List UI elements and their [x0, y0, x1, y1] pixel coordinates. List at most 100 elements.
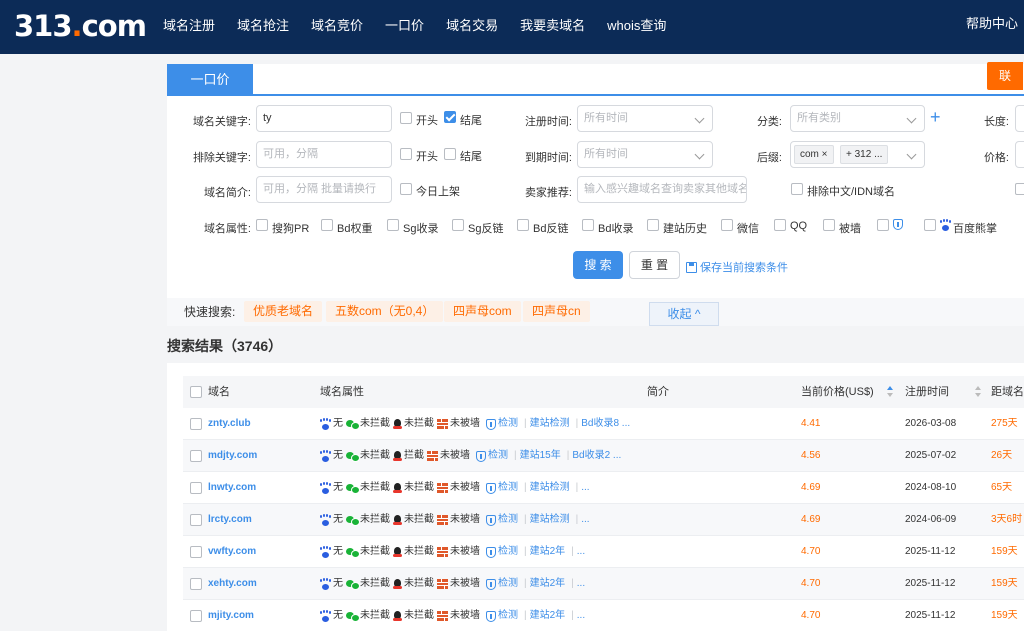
select-all-checkbox[interactable]	[190, 386, 202, 398]
nav-item-whois[interactable]: whois查询	[607, 15, 666, 34]
attr-checkbox-security[interactable]	[877, 219, 889, 231]
security-check-link[interactable]: 检测	[483, 536, 518, 568]
row-checkbox[interactable]	[190, 514, 202, 526]
nav-item-fixed-price[interactable]: 一口价	[385, 15, 424, 34]
row-checkbox[interactable]	[190, 482, 202, 494]
row-checkbox[interactable]	[190, 610, 202, 622]
exp-time-select[interactable]: 所有时间	[577, 141, 713, 168]
tab-contact[interactable]: 联	[987, 62, 1023, 90]
index-info-link[interactable]: ...	[577, 536, 585, 568]
index-info-link[interactable]: ...	[577, 600, 585, 631]
help-center-link[interactable]: 帮助中心	[966, 0, 1018, 48]
domain-link[interactable]: vwfty.com	[208, 536, 256, 568]
tab-fixed-price[interactable]: 一口价	[167, 64, 253, 96]
domain-link[interactable]: mdjty.com	[208, 440, 257, 472]
domain-link[interactable]: xehty.com	[208, 568, 257, 600]
quick-tag-four-letter-com[interactable]: 四声母com	[444, 301, 521, 322]
attr-checkbox-bd-index[interactable]	[582, 219, 594, 231]
domain-link[interactable]: mjity.com	[208, 600, 254, 631]
price-sort-icon[interactable]	[887, 386, 894, 398]
add-category-icon[interactable]: +	[930, 108, 941, 126]
site-history-link[interactable]: 建站2年	[530, 568, 566, 600]
exclude-input[interactable]: 可用，分隔	[256, 141, 392, 168]
site-history-link[interactable]: 建站检测	[530, 504, 570, 536]
row-checkbox[interactable]	[190, 578, 202, 590]
site-history-link[interactable]: 建站2年	[530, 536, 566, 568]
length-input[interactable]	[1015, 105, 1024, 132]
quick-tag-old-domains[interactable]: 优质老域名	[244, 301, 323, 322]
shield-icon	[486, 546, 496, 558]
table-row[interactable]: xehty.com 无未拦截 未拦截 未被墙 检测 | 建站2年 |... 4.70 2025-1…	[183, 568, 1024, 600]
col-reg-time[interactable]: 注册时间	[905, 376, 949, 408]
row-checkbox[interactable]	[190, 546, 202, 558]
nav-item-sell[interactable]: 我要卖域名	[520, 15, 585, 34]
table-row[interactable]: mjity.com 无未拦截 未拦截 未被墙 检测 | 建站2年 |... 4.70 2025-1…	[183, 600, 1024, 631]
suffix-more-tag[interactable]: + 312 ...	[840, 145, 889, 164]
site-history-link[interactable]: 建站2年	[530, 600, 566, 631]
site-history-link[interactable]: 建站检测	[530, 472, 570, 504]
col-days[interactable]: 距域名	[991, 376, 1024, 408]
nav-item-snapback[interactable]: 域名抢注	[237, 15, 289, 34]
col-price[interactable]: 当前价格(US$)	[801, 376, 874, 408]
attr-checkbox-blocked[interactable]	[823, 219, 835, 231]
reg-time-select[interactable]: 所有时间	[577, 105, 713, 132]
site-history-link[interactable]: 建站检测	[530, 408, 570, 440]
attr-checkbox-baidu-bear[interactable]	[924, 219, 936, 231]
suffix-tag[interactable]: com ×	[794, 145, 834, 164]
table-row[interactable]: lnwty.com 无未拦截 未拦截 未被墙 检测 | 建站检测 |... 4.69 2024-0…	[183, 472, 1024, 504]
domain-link[interactable]: lrcty.com	[208, 504, 252, 536]
security-check-link[interactable]: 检测	[473, 440, 508, 472]
extra-checkbox[interactable]	[1015, 183, 1024, 195]
row-checkbox[interactable]	[190, 418, 202, 430]
table-row[interactable]: vwfty.com 无未拦截 未拦截 未被墙 检测 | 建站2年 |... 4.70 2025-1…	[183, 536, 1024, 568]
reg-sort-icon[interactable]	[975, 386, 982, 398]
attr-checkbox-sg-backlink[interactable]	[452, 219, 464, 231]
col-domain[interactable]: 域名	[208, 376, 230, 408]
reset-button[interactable]: 重 置	[629, 251, 680, 279]
table-row[interactable]: lrcty.com 无未拦截 未拦截 未被墙 检测 | 建站检测 |... 4.69 2024-0…	[183, 504, 1024, 536]
nav-item-auction[interactable]: 域名竞价	[311, 15, 363, 34]
attr-checkbox-bd-backlink[interactable]	[517, 219, 529, 231]
domain-link[interactable]: lnwty.com	[208, 472, 256, 504]
attr-checkbox-bd-weight[interactable]	[321, 219, 333, 231]
index-info-link[interactable]: ...	[581, 504, 589, 536]
quick-tag-five-digit-com[interactable]: 五数com（无0,4）	[326, 301, 444, 322]
index-info-link[interactable]: ...	[577, 568, 585, 600]
attr-checkbox-wechat[interactable]	[721, 219, 733, 231]
security-check-link[interactable]: 检测	[483, 408, 518, 440]
attr-checkbox-site-history[interactable]	[647, 219, 659, 231]
quick-tag-four-letter-cn[interactable]: 四声母cn	[523, 301, 590, 322]
today-listed-checkbox[interactable]	[400, 183, 412, 195]
site-logo[interactable]: 313. com	[14, 6, 147, 46]
keyword-input[interactable]: ty	[256, 105, 392, 132]
index-info-link[interactable]: Bd收录8 ...	[581, 408, 630, 440]
domain-link[interactable]: znty.club	[208, 408, 251, 440]
security-check-link[interactable]: 检测	[483, 568, 518, 600]
exclude-idn-checkbox[interactable]	[791, 183, 803, 195]
index-info-link[interactable]: ...	[581, 472, 589, 504]
seller-input[interactable]: 输入感兴趣域名查询卖家其他域名	[577, 176, 747, 203]
attr-checkbox-sg-index[interactable]	[387, 219, 399, 231]
security-check-link[interactable]: 检测	[483, 600, 518, 631]
intro-input[interactable]: 可用，分隔 批量请换行	[256, 176, 392, 203]
index-info-link[interactable]: Bd收录2 ...	[572, 440, 621, 472]
security-check-link[interactable]: 检测	[483, 472, 518, 504]
exclude-start-checkbox[interactable]	[400, 148, 412, 160]
category-select[interactable]: 所有类别	[790, 105, 925, 132]
site-history-link[interactable]: 建站15年	[520, 440, 561, 472]
row-checkbox[interactable]	[190, 450, 202, 462]
collapse-button[interactable]: 收起 ^	[649, 302, 719, 326]
attr-checkbox-sogou-pr[interactable]	[256, 219, 268, 231]
keyword-start-checkbox[interactable]	[400, 112, 412, 124]
attr-checkbox-qq[interactable]	[774, 219, 786, 231]
keyword-end-checkbox[interactable]	[444, 111, 456, 123]
table-row[interactable]: mdjty.com 无未拦截 拦截 未被墙 检测 | 建站15年 | Bd收录2 ... 4.56…	[183, 440, 1024, 472]
save-search-link[interactable]: 保存当前搜索条件	[686, 259, 788, 275]
table-row[interactable]: znty.club 无未拦截 未拦截 未被墙 检测 | 建站检测 | Bd收录8 ... 4.41…	[183, 408, 1024, 440]
exclude-end-checkbox[interactable]	[444, 148, 456, 160]
nav-item-trade[interactable]: 域名交易	[446, 15, 498, 34]
price-input[interactable]	[1015, 141, 1024, 168]
nav-item-register[interactable]: 域名注册	[163, 15, 215, 34]
security-check-link[interactable]: 检测	[483, 504, 518, 536]
search-button[interactable]: 搜 索	[573, 251, 623, 279]
